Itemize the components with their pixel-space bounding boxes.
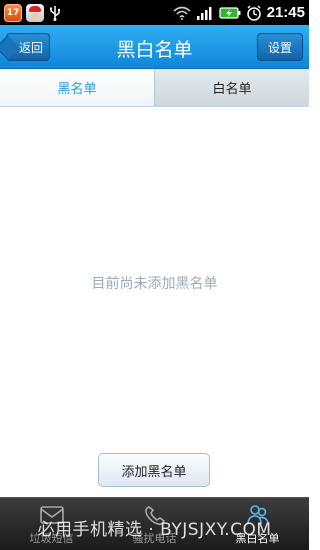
signal-icon — [196, 6, 212, 20]
settings-button[interactable]: 设置 — [257, 33, 303, 61]
usb-icon — [50, 5, 61, 21]
nav-label-black-white-list: 黑白名单 — [235, 532, 280, 545]
nav-item-spam-sms[interactable]: 垃圾短信 — [0, 498, 103, 550]
contacts-icon — [246, 505, 269, 525]
title-bar: 返回 黑白名单 设置 — [0, 25, 309, 69]
bottom-nav: 垃圾短信 骚扰电话 黑白名单 — [0, 497, 309, 550]
status-right: 21:45 — [173, 4, 305, 21]
status-clock: 21:45 — [266, 4, 305, 21]
tab-whitelist[interactable]: 白名单 — [154, 69, 309, 106]
tab-bar: 黑名单 白名单 — [0, 69, 309, 107]
tab-blacklist[interactable]: 黑名单 — [0, 69, 154, 106]
nav-label-spam-sms: 垃圾短信 — [29, 532, 74, 545]
calendar-badge-icon: 17 — [4, 3, 22, 22]
add-blacklist-button[interactable]: 添加黑名单 — [98, 453, 210, 487]
add-blacklist-button-label: 添加黑名单 — [121, 464, 187, 480]
phone-icon — [144, 506, 165, 526]
calendar-badge-number: 17 — [6, 7, 20, 18]
status-left: 17 — [4, 3, 62, 22]
empty-state-message: 目前尚未添加黑名单 — [91, 276, 218, 292]
status-bar: 17 21:45 — [0, 0, 309, 25]
tab-blacklist-label: 黑名单 — [57, 82, 97, 97]
tab-whitelist-label: 白名单 — [212, 82, 252, 97]
envelope-icon — [39, 506, 64, 524]
nav-item-black-white-list[interactable]: 黑白名单 — [206, 498, 309, 550]
battery-charging-icon — [218, 6, 241, 19]
settings-button-label: 设置 — [267, 40, 292, 55]
nav-item-harass-calls[interactable]: 骚扰电话 — [103, 498, 206, 550]
alarm-clock-icon — [246, 5, 261, 21]
nav-label-harass-calls: 骚扰电话 — [132, 532, 177, 545]
wifi-icon — [173, 6, 191, 20]
santa-app-icon — [26, 3, 44, 22]
